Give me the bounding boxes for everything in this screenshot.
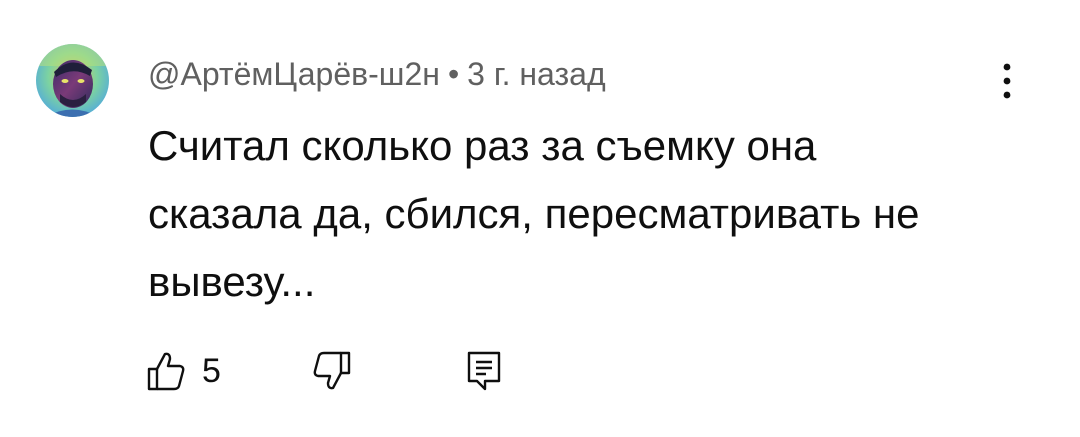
reply-comment-icon [467, 351, 501, 391]
like-count: 5 [202, 352, 221, 390]
avatar-image [36, 44, 109, 117]
comment: @АртёмЦарёв-ш2н • 3 г. назад Считал скольк… [0, 0, 1080, 437]
thumb-down-icon [313, 351, 351, 390]
dislike-button[interactable] [312, 346, 352, 396]
comment-time: 3 г. назад [467, 56, 606, 92]
comment-meta: @АртёмЦарёв-ш2н • 3 г. назад [148, 52, 606, 96]
thumb-up-icon [147, 352, 185, 391]
more-vertical-icon [1003, 63, 1011, 99]
meta-separator: • [447, 56, 460, 92]
avatar[interactable] [36, 44, 109, 117]
reply-button[interactable] [464, 346, 504, 396]
comment-text: Считал сколько раз за съемку она сказала… [148, 122, 920, 305]
more-options-button[interactable] [990, 56, 1024, 106]
author-name[interactable]: @АртёмЦарёв-ш2н [148, 56, 440, 92]
comment-actions: 5 [146, 346, 566, 396]
like-button[interactable]: 5 [146, 346, 221, 396]
